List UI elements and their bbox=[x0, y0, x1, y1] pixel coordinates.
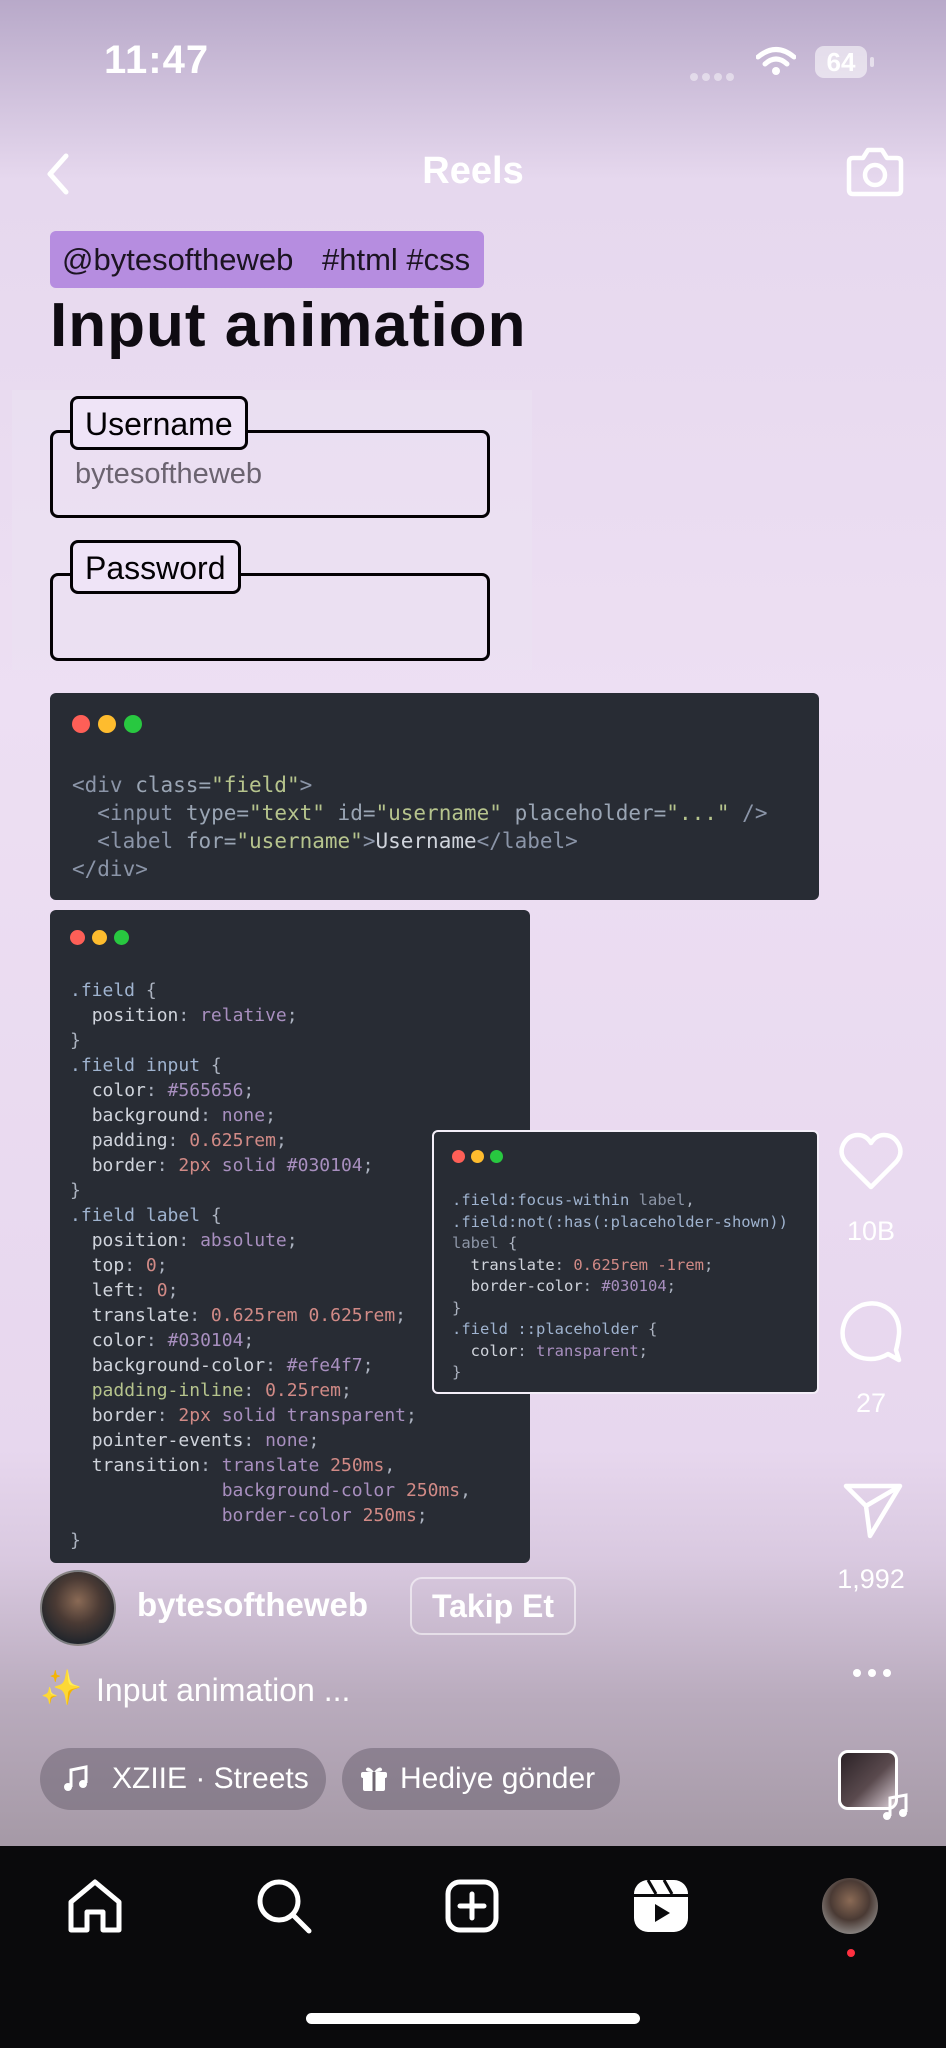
gift-label: Hediye gönder bbox=[400, 1762, 596, 1795]
minimize-dot-icon bbox=[92, 930, 107, 945]
profile-avatar[interactable] bbox=[822, 1878, 878, 1934]
notification-dot bbox=[847, 1949, 855, 1957]
demo-password-label: Password bbox=[70, 540, 241, 594]
demo-username-placeholder: bytesoftheweb bbox=[75, 458, 263, 490]
demo-username-label: Username bbox=[70, 396, 248, 450]
close-dot-icon bbox=[452, 1150, 465, 1163]
minimize-dot-icon bbox=[471, 1150, 484, 1163]
tag-hashtags: #html #css bbox=[310, 231, 484, 288]
like-count: 10B bbox=[846, 1216, 896, 1246]
html-code-lines: <div class="field"> <input type="text" i… bbox=[72, 773, 768, 881]
share-send-icon[interactable] bbox=[842, 1480, 904, 1540]
home-indicator bbox=[306, 2013, 640, 2024]
focus-css-code-lines: .field:focus-within label, .field:not(:h… bbox=[452, 1191, 788, 1381]
wifi-icon bbox=[756, 47, 796, 75]
like-heart-icon[interactable] bbox=[838, 1132, 904, 1192]
status-time: 11:47 bbox=[104, 38, 210, 82]
focus-css-code-panel: .field:focus-within label, .field:not(:h… bbox=[432, 1130, 819, 1394]
home-icon[interactable] bbox=[66, 1878, 124, 1934]
tag-username: @bytesoftheweb bbox=[50, 231, 320, 288]
sparkles-icon: ✨ bbox=[40, 1669, 83, 1707]
music-note-icon bbox=[64, 1765, 88, 1791]
close-dot-icon bbox=[70, 930, 85, 945]
music-pill[interactable]: XZIIE · Streets bbox=[40, 1748, 326, 1810]
signal-icon bbox=[690, 68, 742, 81]
maximize-dot-icon bbox=[114, 930, 129, 945]
more-options-icon[interactable] bbox=[852, 1668, 892, 1678]
music-label: XZIIE · Streets bbox=[112, 1762, 309, 1795]
caption-text[interactable]: Input animation ... bbox=[96, 1672, 350, 1709]
maximize-dot-icon bbox=[124, 715, 142, 733]
camera-icon[interactable] bbox=[845, 142, 905, 200]
html-code-panel: <div class="field"> <input type="text" i… bbox=[50, 693, 819, 900]
post-headline: Input animation bbox=[50, 291, 527, 360]
create-icon[interactable] bbox=[444, 1878, 500, 1934]
share-count: 1,992 bbox=[837, 1564, 905, 1594]
reels-icon[interactable] bbox=[632, 1878, 690, 1934]
battery-indicator: 64 bbox=[815, 46, 874, 78]
maximize-dot-icon bbox=[490, 1150, 503, 1163]
gift-pill[interactable]: Hediye gönder bbox=[342, 1748, 620, 1810]
minimize-dot-icon bbox=[98, 715, 116, 733]
comment-icon[interactable] bbox=[838, 1298, 904, 1364]
follow-button[interactable]: Takip Et bbox=[410, 1577, 576, 1635]
search-icon[interactable] bbox=[254, 1876, 314, 1936]
comment-count: 27 bbox=[855, 1388, 887, 1418]
close-dot-icon bbox=[72, 715, 90, 733]
gift-icon bbox=[361, 1767, 387, 1791]
music-note-icon bbox=[883, 1793, 908, 1820]
page-title: Reels bbox=[422, 150, 524, 192]
author-avatar[interactable] bbox=[40, 1570, 116, 1646]
author-name[interactable]: bytesoftheweb bbox=[137, 1586, 368, 1624]
css-code-lines: .field { position: relative; } .field in… bbox=[70, 980, 471, 1551]
